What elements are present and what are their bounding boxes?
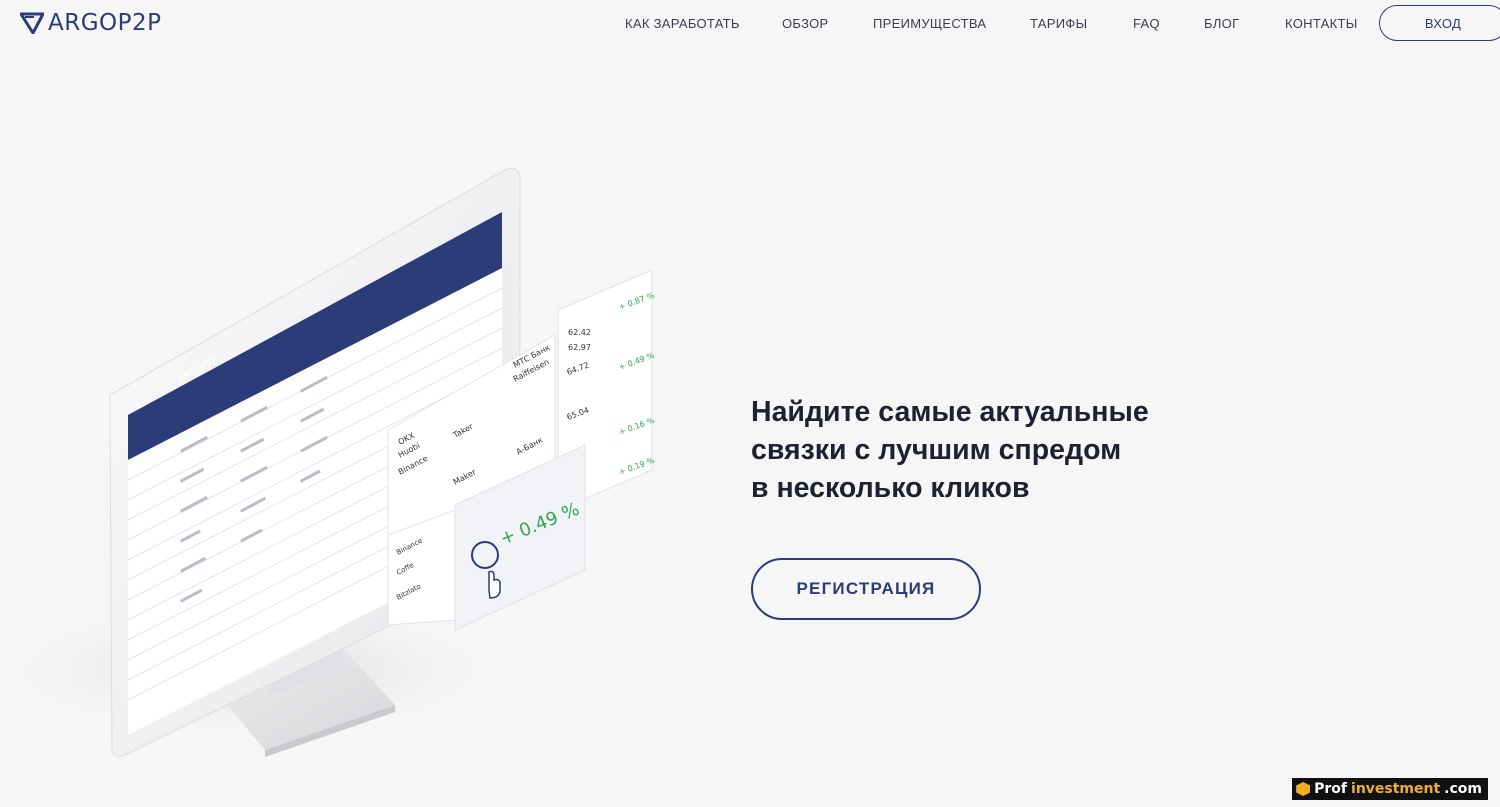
main-nav: КАК ЗАРАБОТАТЬ ОБЗОР ПРЕИМУЩЕСТВА ТАРИФЫ…: [0, 16, 1500, 34]
nav-item-blog[interactable]: БЛОГ: [1204, 16, 1239, 31]
svg-text:62.97: 62.97: [568, 343, 591, 352]
nav-item-contacts[interactable]: КОНТАКТЫ: [1285, 16, 1358, 31]
nav-item-faq[interactable]: FAQ: [1133, 16, 1160, 31]
hero-headline-line-2: связки с лучшим спредом: [751, 434, 1122, 466]
nav-item-advantages[interactable]: ПРЕИМУЩЕСТВА: [873, 16, 986, 31]
hero-headline-line-3: в несколько кликов: [751, 472, 1030, 504]
nav-item-tariffs[interactable]: ТАРИФЫ: [1030, 16, 1087, 31]
watermark-badge-icon: [1296, 782, 1311, 796]
site-header: ARGOP2P КАК ЗАРАБОТАТЬ ОБЗОР ПРЕИМУЩЕСТВ…: [0, 0, 1500, 48]
hero-illustration: ARGOP2P OKX Huobi Binance Taker Maker МТ…: [0, 150, 700, 770]
svg-text:62.42: 62.42: [568, 328, 591, 337]
watermark: Prof investment .com: [1292, 778, 1488, 800]
nav-item-overview[interactable]: ОБЗОР: [782, 16, 829, 31]
hero-headline: Найдите самые актуальные связки с лучшим…: [751, 393, 1271, 507]
nav-item-how-to-earn[interactable]: КАК ЗАРАБОТАТЬ: [625, 16, 740, 31]
login-button[interactable]: ВХОД: [1379, 5, 1500, 41]
hero-headline-line-1: Найдите самые актуальные: [751, 396, 1149, 428]
register-button[interactable]: РЕГИСТРАЦИЯ: [751, 558, 981, 620]
